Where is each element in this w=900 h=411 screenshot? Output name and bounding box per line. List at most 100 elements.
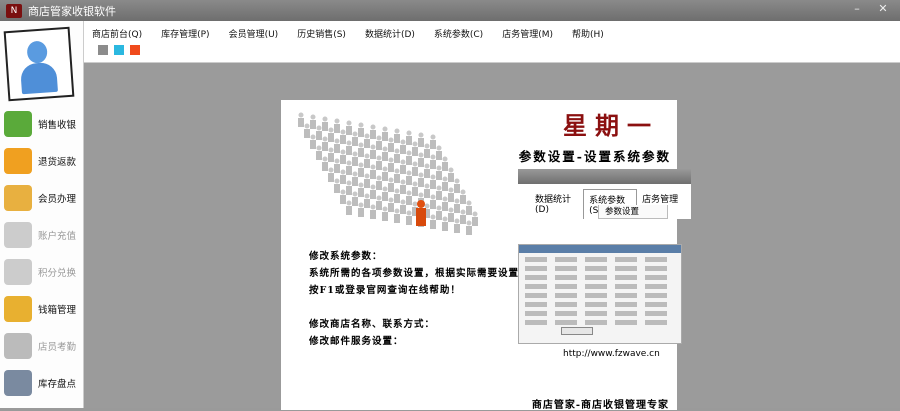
figure — [376, 135, 382, 150]
sidebar-item-label: 库存盘点 — [38, 379, 77, 390]
figure — [424, 163, 430, 178]
figure — [442, 156, 448, 171]
figure — [406, 130, 412, 145]
figure — [394, 168, 400, 183]
figure — [430, 154, 436, 169]
description-line: 修改系统参数： — [309, 251, 383, 262]
figure — [466, 200, 472, 215]
figure — [400, 179, 406, 194]
menu-item[interactable]: 商店前台(Q) — [92, 27, 151, 40]
screenshot-dropdown-item: 参数设置 — [598, 205, 668, 219]
screenshot-tab: 数据统计(D) — [535, 195, 572, 215]
sidebar-item[interactable]: 钱箱管理 — [4, 293, 82, 325]
sidebar-item[interactable]: 账户充值 — [4, 219, 82, 251]
figure — [340, 169, 346, 184]
figure — [412, 141, 418, 156]
sidebar-item-icon — [4, 222, 32, 248]
figure — [448, 187, 454, 202]
figure — [382, 206, 388, 221]
figure — [334, 158, 340, 173]
menu-item[interactable]: 库存管理(P) — [161, 27, 218, 40]
settings-dialog-screenshot — [518, 244, 682, 344]
figure — [412, 181, 418, 196]
figure — [388, 157, 394, 172]
poster-subtitle: 参数设置-设置系统参数 — [518, 149, 671, 164]
figure — [352, 191, 358, 206]
figure — [364, 173, 370, 188]
figure — [328, 127, 334, 142]
menu-item[interactable]: 历史销售(S) — [297, 27, 355, 40]
sidebar-item[interactable]: 店员考勤 — [4, 330, 82, 362]
figure — [370, 124, 376, 139]
sidebar-item-label: 退货返款 — [38, 157, 77, 168]
sidebar-item[interactable]: 积分兑换 — [4, 256, 82, 288]
figure — [364, 133, 370, 148]
figure — [322, 136, 328, 151]
figure — [418, 132, 424, 147]
figure — [454, 218, 460, 233]
description-line — [309, 299, 519, 316]
menu-bar: 商店前台(Q) 库存管理(P) 会员管理(U) 历史销售(S) 数据统计(D) 系统参数(… — [84, 21, 900, 63]
theme-swatch[interactable] — [114, 45, 124, 55]
figure — [400, 199, 406, 214]
figure — [316, 145, 322, 160]
menu-item[interactable]: 店务管理(M) — [502, 27, 562, 40]
app-logo-icon: N — [6, 3, 22, 18]
sidebar-item[interactable]: 库存盘点 — [4, 367, 82, 399]
figure — [358, 142, 364, 157]
figure — [352, 171, 358, 186]
figure — [340, 129, 346, 144]
figure — [400, 139, 406, 154]
user-avatar-icon[interactable] — [3, 26, 75, 102]
menu-item[interactable]: 数据统计(D) — [365, 27, 424, 40]
poster-description: 修改系统参数： 系统所需的各项参数设置，根据实际需要设置 按F1或登录官网查询在线帮… — [309, 248, 519, 350]
figure — [358, 162, 364, 177]
menu-item[interactable]: 帮助(H) — [572, 27, 613, 40]
figure — [460, 209, 466, 224]
sidebar-item-icon — [4, 185, 32, 211]
figure — [424, 183, 430, 198]
figure — [388, 197, 394, 212]
sidebar-item[interactable]: 销售收银 — [4, 108, 82, 140]
sidebar-item-icon — [4, 370, 32, 396]
figure — [382, 186, 388, 201]
figure — [352, 151, 358, 166]
description-line: 修改邮件服务设置： — [309, 336, 404, 347]
figure — [412, 161, 418, 176]
menu-item[interactable]: 系统参数(C) — [434, 27, 492, 40]
figure — [418, 172, 424, 187]
figure — [448, 167, 454, 182]
highlight-figure — [416, 200, 426, 226]
figure — [334, 118, 340, 133]
website-url: http://www.fzwave.cn — [563, 349, 660, 359]
figure — [370, 144, 376, 159]
theme-swatch[interactable] — [130, 45, 140, 55]
sidebar-item-label: 钱箱管理 — [38, 305, 77, 316]
weekday-title: 星期一 — [563, 111, 659, 140]
sidebar-item[interactable]: 会员办理 — [4, 182, 82, 214]
crowd-illustration — [298, 112, 478, 235]
figure — [310, 114, 316, 129]
sidebar-item-icon — [4, 148, 32, 174]
figure — [388, 137, 394, 152]
figure — [406, 210, 412, 225]
close-button[interactable]: ✕ — [872, 2, 894, 17]
figure — [472, 211, 478, 226]
window-title: 商店管家收银软件 — [28, 4, 116, 18]
figure — [430, 194, 436, 209]
figure — [334, 138, 340, 153]
sidebar-item[interactable]: 退货返款 — [4, 145, 82, 177]
figure — [382, 166, 388, 181]
figure — [334, 178, 340, 193]
figure — [400, 159, 406, 174]
figure — [454, 198, 460, 213]
menu-item[interactable]: 会员管理(U) — [229, 27, 288, 40]
theme-swatch[interactable] — [98, 45, 108, 55]
figure — [430, 214, 436, 229]
figure — [460, 189, 466, 204]
figure — [346, 160, 352, 175]
figure — [370, 164, 376, 179]
figure — [442, 196, 448, 211]
sidebar-item-icon — [4, 296, 32, 322]
minimize-button[interactable]: – — [846, 2, 868, 17]
